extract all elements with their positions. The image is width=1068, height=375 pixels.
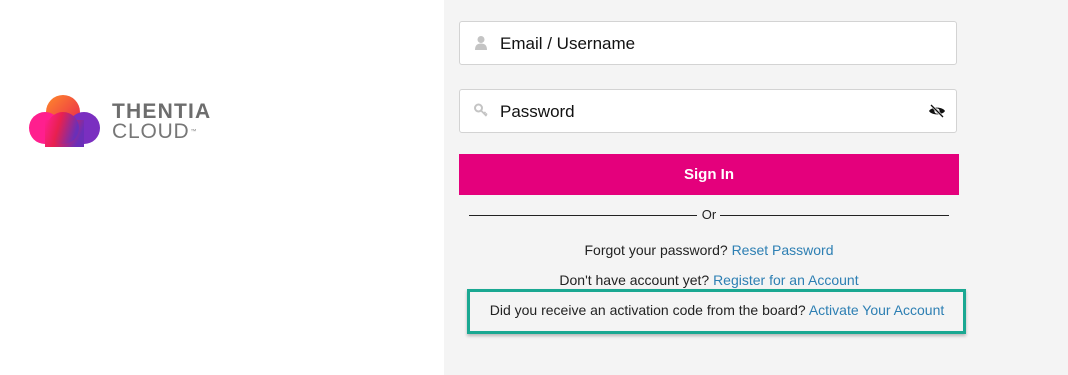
register-account-link[interactable]: Register for an Account [713, 272, 859, 288]
user-icon [475, 36, 487, 50]
divider-line-left [469, 215, 697, 216]
email-placeholder: Email / Username [500, 34, 636, 53]
or-label: Or [701, 207, 717, 222]
reset-password-link[interactable]: Reset Password [732, 242, 834, 258]
activation-row: Did you receive an activation code from … [477, 302, 957, 318]
register-row: Don't have account yet? Register for an … [459, 272, 959, 288]
key-icon [474, 103, 488, 117]
branding-panel [0, 0, 444, 375]
register-text: Don't have account yet? [559, 272, 710, 288]
sign-in-button[interactable]: Sign In [459, 154, 959, 195]
eye-slash-icon[interactable] [928, 104, 946, 118]
brand-wordmark: THENTIA CLOUD™ [112, 100, 212, 143]
email-field[interactable]: Email / Username [459, 21, 957, 65]
forgot-password-row: Forgot your password? Reset Password [459, 242, 959, 258]
brand-subname: CLOUD™ [112, 120, 198, 143]
password-placeholder: Password [500, 102, 575, 121]
brand-name: THENTIA [112, 100, 212, 123]
forgot-password-text: Forgot your password? [584, 242, 728, 258]
password-field[interactable]: Password [459, 89, 957, 133]
or-divider: Or [469, 206, 949, 224]
divider-line-right [720, 215, 949, 216]
activate-account-link[interactable]: Activate Your Account [809, 302, 944, 318]
trademark-mark: ™ [190, 129, 198, 135]
activation-text: Did you receive an activation code from … [489, 302, 806, 318]
